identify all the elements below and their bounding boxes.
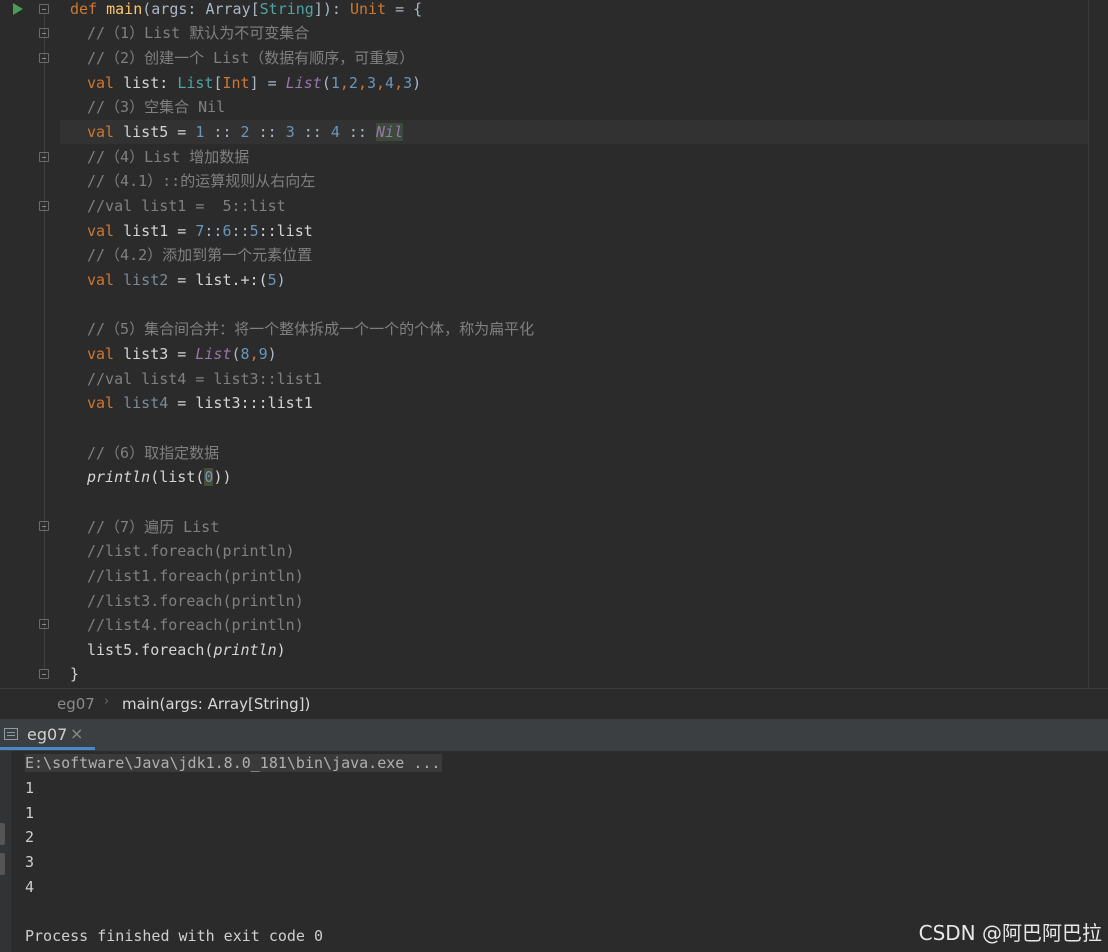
close-icon[interactable]: ×	[70, 724, 83, 743]
code-line-comment[interactable]: //（1）List 默认为不可变集合	[87, 21, 309, 46]
console-output-line: 3	[25, 853, 35, 871]
breadcrumb: eg07 › main(args: Array[String])	[0, 688, 1108, 719]
code-line-comment[interactable]: //（4）List 增加数据	[87, 145, 249, 170]
code-line-closing-brace[interactable]: }	[70, 662, 79, 687]
breadcrumb-method[interactable]: main(args: Array[String])	[122, 695, 310, 713]
console-command-line: E:\software\Java\jdk1.8.0_181\bin\java.e…	[25, 754, 443, 772]
code-line-comment[interactable]: //（7）遍历 List	[87, 515, 219, 540]
code-line-comment[interactable]: //（3）空集合 Nil	[87, 95, 225, 120]
code-line-comment[interactable]: //list4.foreach(println)	[87, 613, 304, 638]
code-line-val-list2[interactable]: val list2 = list.+:(5)	[87, 268, 286, 293]
fold-marker-icon[interactable]	[39, 521, 49, 531]
fold-marker-icon[interactable]	[39, 53, 49, 63]
code-line-comment[interactable]: //（6）取指定数据	[87, 441, 219, 466]
code-line-val-list[interactable]: val list: List[Int] = List(1,2,3,4,3)	[87, 71, 421, 96]
console-output-line: 4	[25, 878, 35, 896]
console-output-line: 2	[25, 828, 35, 846]
fold-marker-icon[interactable]	[39, 152, 49, 162]
code-line-comment[interactable]: //（5）集合间合并：将一个整体拆成一个一个的个体，称为扁平化	[87, 317, 534, 342]
code-line-comment[interactable]: //（4.2）添加到第一个元素位置	[87, 243, 312, 268]
code-line-comment[interactable]: //list.foreach(println)	[87, 539, 295, 564]
side-toolbar-tab[interactable]	[0, 823, 5, 845]
code-line-comment[interactable]: //（2）创建一个 List（数据有顺序，可重复）	[87, 46, 414, 71]
code-line-val-list1[interactable]: val list1 = 7::6::5::list	[87, 219, 313, 244]
console-gutter	[0, 751, 11, 952]
code-line-comment[interactable]: //list1.foreach(println)	[87, 564, 304, 589]
side-toolbar-tab[interactable]	[0, 853, 5, 875]
fold-guide	[44, 14, 45, 669]
code-line-val-list3[interactable]: val list3 = List(8,9)	[87, 342, 277, 367]
editor-gutter	[0, 0, 60, 688]
run-icon[interactable]	[13, 3, 23, 15]
fold-marker-icon[interactable]	[39, 669, 49, 679]
right-margin-guide	[1088, 0, 1089, 688]
code-line-def[interactable]: def main(args: Array[String]): Unit = {	[70, 0, 422, 22]
code-editor[interactable]: def main(args: Array[String]): Unit = { …	[0, 0, 1108, 688]
run-tool-window-header: eg07 ×	[0, 719, 1108, 752]
fold-marker-icon[interactable]	[39, 4, 49, 14]
code-line-comment[interactable]: //val list4 = list3::list1	[87, 367, 322, 392]
active-tab-indicator	[0, 747, 95, 750]
console-tab-icon	[4, 728, 18, 740]
console-output-line: 1	[25, 804, 35, 822]
code-line-val-list5[interactable]: val list5 = 1 :: 2 :: 3 :: 4 :: Nil	[87, 120, 404, 145]
code-line-comment[interactable]: //list3.foreach(println)	[87, 589, 304, 614]
chevron-right-icon: ›	[104, 694, 110, 709]
console-output-line: 1	[25, 779, 35, 797]
code-line-val-list4[interactable]: val list4 = list3:::list1	[87, 391, 313, 416]
code-line-println[interactable]: println(list(0))	[87, 465, 232, 490]
fold-marker-icon[interactable]	[39, 201, 49, 211]
watermark: CSDN @阿巴阿巴拉	[918, 921, 1102, 945]
code-line-foreach[interactable]: list5.foreach(println)	[87, 638, 286, 663]
console-exit-message: Process finished with exit code 0	[25, 927, 324, 945]
tab-eg07[interactable]: eg07	[27, 725, 67, 744]
breadcrumb-object[interactable]: eg07	[57, 695, 95, 713]
fold-marker-icon[interactable]	[39, 28, 49, 38]
code-line-comment[interactable]: //（4.1）::的运算规则从右向左	[87, 169, 315, 194]
fold-marker-icon[interactable]	[39, 619, 49, 629]
code-line-comment[interactable]: //val list1 = 5::list	[87, 194, 286, 219]
